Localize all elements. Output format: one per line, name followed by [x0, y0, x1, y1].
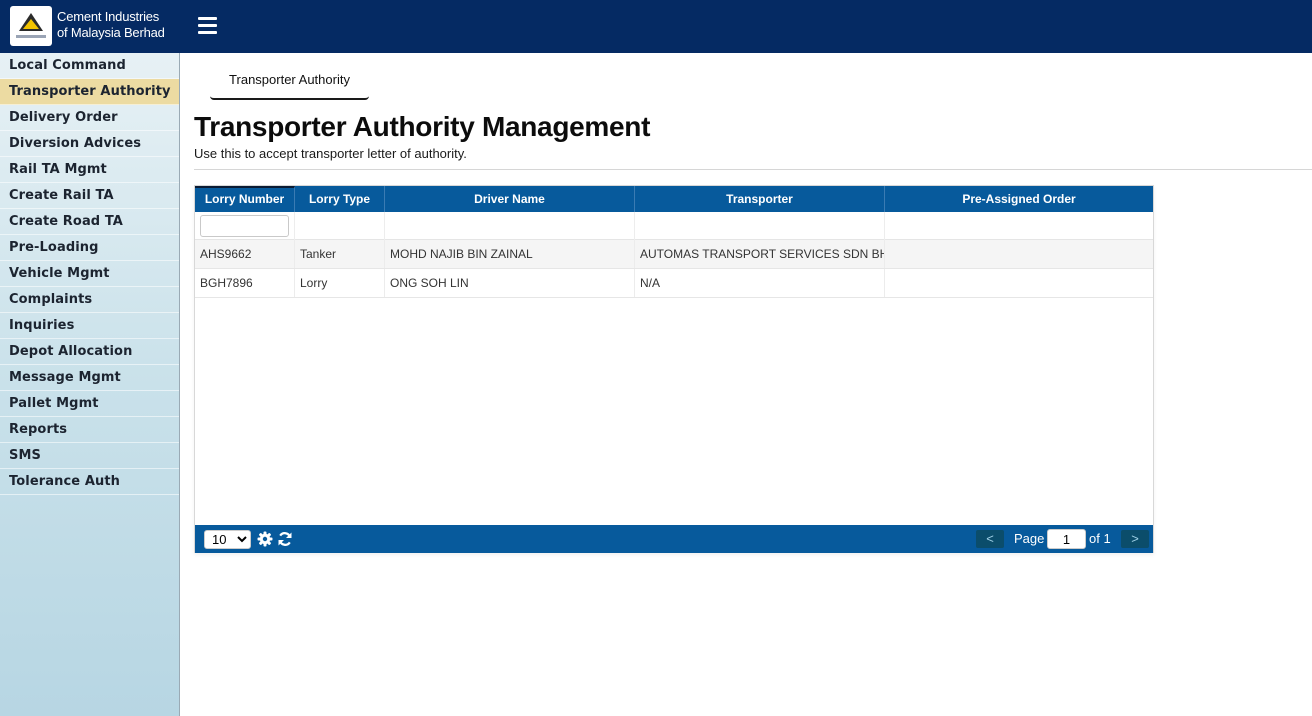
sidebar-item-tolerance-auth[interactable]: Tolerance Auth: [0, 469, 179, 495]
transporter-grid: Lorry Number Lorry Type Driver Name Tran…: [194, 185, 1154, 553]
sidebar-item-diversion-advices[interactable]: Diversion Advices: [0, 131, 179, 157]
sidebar: Local Command Transporter Authority Deli…: [0, 53, 180, 716]
next-page-button[interactable]: >: [1121, 530, 1149, 548]
refresh-icon[interactable]: [277, 531, 293, 547]
hamburger-icon[interactable]: [198, 17, 217, 34]
cell-pre-assigned-order: [885, 269, 1153, 297]
column-header-transporter[interactable]: Transporter: [635, 186, 885, 212]
sidebar-item-create-rail-ta[interactable]: Create Rail TA: [0, 183, 179, 209]
sidebar-item-vehicle-mgmt[interactable]: Vehicle Mgmt: [0, 261, 179, 287]
company-logo[interactable]: [10, 6, 52, 46]
page-subtitle: Use this to accept transporter letter of…: [194, 146, 467, 161]
filter-cell-transporter: [635, 212, 885, 240]
gear-icon[interactable]: [257, 531, 273, 547]
table-row[interactable]: AHS9662 Tanker MOHD NAJIB BIN ZAINAL AUT…: [195, 240, 1153, 269]
divider: [194, 169, 1312, 170]
cell-lorry-type: Lorry: [295, 269, 385, 297]
cell-pre-assigned-order: [885, 240, 1153, 268]
prev-page-button[interactable]: <: [976, 530, 1004, 548]
column-header-driver-name[interactable]: Driver Name: [385, 186, 635, 212]
page-size-select[interactable]: 10: [204, 530, 251, 549]
column-header-pre-assigned-order[interactable]: Pre-Assigned Order: [885, 186, 1153, 212]
sidebar-item-delivery-order[interactable]: Delivery Order: [0, 105, 179, 131]
brand-name: Cement Industries of Malaysia Berhad: [57, 9, 165, 41]
page-label: Page: [1014, 531, 1045, 546]
filter-cell-driver-name: [385, 212, 635, 240]
sidebar-item-reports[interactable]: Reports: [0, 417, 179, 443]
page-title: Transporter Authority Management: [194, 111, 651, 142]
cell-driver-name: MOHD NAJIB BIN ZAINAL: [385, 240, 635, 268]
cell-transporter: N/A: [635, 269, 885, 297]
brand-line-2: of Malaysia Berhad: [57, 25, 165, 40]
page-number-input[interactable]: [1047, 529, 1086, 549]
logo-triangle-inner: [23, 19, 39, 29]
filter-cell-lorry-number: [195, 212, 295, 240]
cell-driver-name: ONG SOH LIN: [385, 269, 635, 297]
brand-line-1: Cement Industries: [57, 9, 160, 24]
filter-cell-pre-assigned-order: [885, 212, 1153, 240]
tab-transporter-authority[interactable]: Transporter Authority: [210, 64, 369, 100]
column-header-lorry-type[interactable]: Lorry Type: [295, 186, 385, 212]
sidebar-item-create-road-ta[interactable]: Create Road TA: [0, 209, 179, 235]
sidebar-item-pallet-mgmt[interactable]: Pallet Mgmt: [0, 391, 179, 417]
cell-lorry-type: Tanker: [295, 240, 385, 268]
page-count-label: of 1: [1089, 531, 1111, 546]
top-bar: Cement Industries of Malaysia Berhad: [0, 0, 1312, 53]
sidebar-item-inquiries[interactable]: Inquiries: [0, 313, 179, 339]
table-row[interactable]: BGH7896 Lorry ONG SOH LIN N/A: [195, 269, 1153, 298]
filter-row: [195, 212, 1153, 240]
logo-strip: [16, 35, 46, 38]
sidebar-item-message-mgmt[interactable]: Message Mgmt: [0, 365, 179, 391]
sidebar-item-transporter-authority[interactable]: Transporter Authority: [0, 79, 179, 105]
sidebar-item-depot-allocation[interactable]: Depot Allocation: [0, 339, 179, 365]
cell-lorry-number: BGH7896: [195, 269, 295, 297]
sidebar-item-sms[interactable]: SMS: [0, 443, 179, 469]
grid-header: Lorry Number Lorry Type Driver Name Tran…: [195, 186, 1153, 212]
cell-transporter: AUTOMAS TRANSPORT SERVICES SDN BHD: [635, 240, 885, 268]
grid-footer: 10 < Page of 1 >: [195, 525, 1153, 553]
cell-lorry-number: AHS9662: [195, 240, 295, 268]
lorry-number-filter-input[interactable]: [200, 215, 289, 237]
sidebar-item-pre-loading[interactable]: Pre-Loading: [0, 235, 179, 261]
sidebar-item-local-command[interactable]: Local Command: [0, 53, 179, 79]
filter-cell-lorry-type: [295, 212, 385, 240]
sidebar-item-rail-ta-mgmt[interactable]: Rail TA Mgmt: [0, 157, 179, 183]
column-header-lorry-number[interactable]: Lorry Number: [195, 186, 295, 212]
sidebar-item-complaints[interactable]: Complaints: [0, 287, 179, 313]
